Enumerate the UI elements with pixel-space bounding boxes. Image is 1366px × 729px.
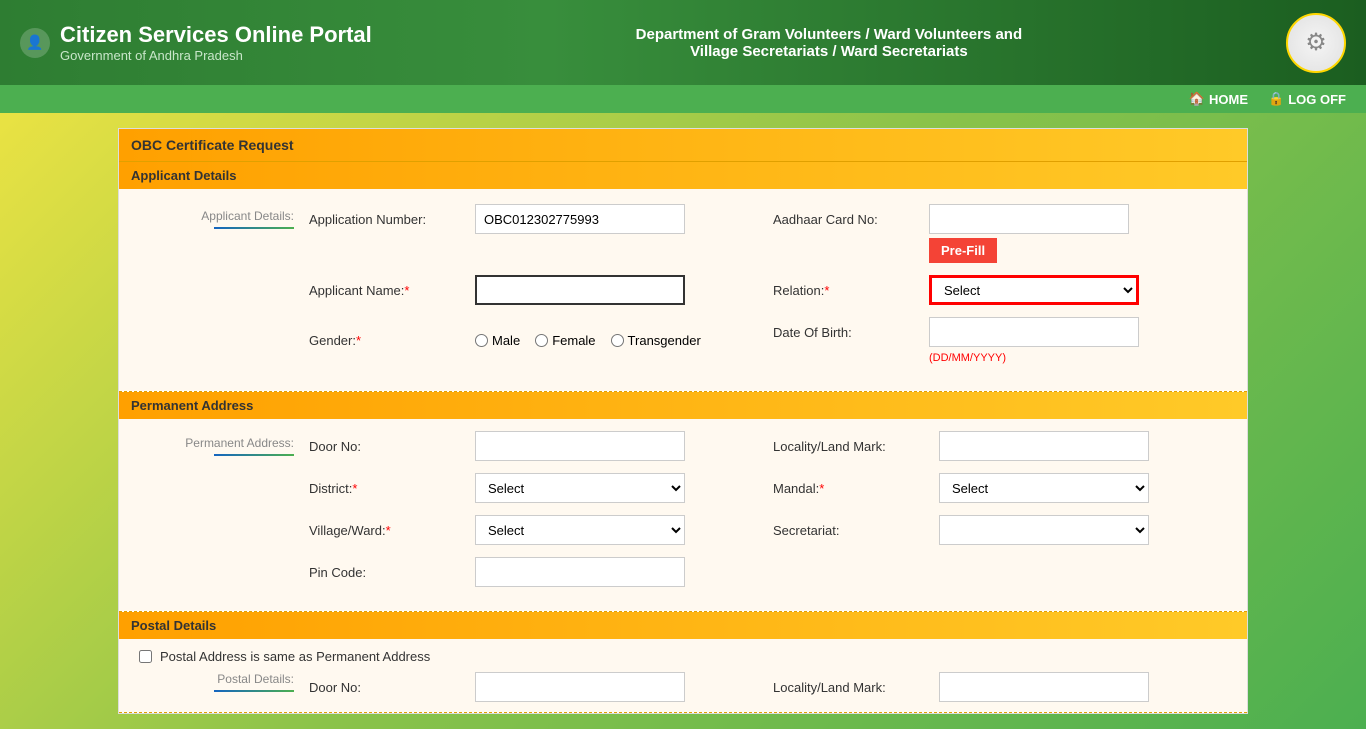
permanent-address-section: Permanent Address Permanent Address: Doo…: [119, 392, 1247, 612]
perm-addr-form-area: Permanent Address: Door No: Locality/Lan…: [119, 419, 1247, 611]
district-mandal-row: District:* Select Mandal:* Select: [309, 473, 1227, 503]
relation-group: Relation:* Select S/O D/O W/O: [773, 275, 1227, 305]
perm-addr-side-label: Permanent Address:: [139, 431, 309, 599]
applicant-name-input[interactable]: [475, 275, 685, 305]
district-select[interactable]: Select: [475, 473, 685, 503]
home-label: HOME: [1209, 92, 1248, 107]
postal-side-label: Postal Details:: [139, 672, 309, 702]
postal-door-no-input[interactable]: [475, 672, 685, 702]
gender-male-option[interactable]: Male: [475, 333, 520, 348]
door-locality-row: Door No: Locality/Land Mark:: [309, 431, 1227, 461]
mandal-label: Mandal:*: [773, 481, 933, 496]
perm-addr-fields: Door No: Locality/Land Mark: District:*: [309, 431, 1227, 599]
gender-female-option[interactable]: Female: [535, 333, 595, 348]
dept-line2: Village Secretariats / Ward Secretariats: [402, 43, 1256, 60]
gender-dob-row: Gender:* Male Female: [309, 317, 1227, 364]
logoff-nav-link[interactable]: 🔒 LOG OFF: [1268, 91, 1346, 107]
applicant-form-layout: Applicant Details: Application Number:: [139, 204, 1227, 376]
main-content: OBC Certificate Request Applicant Detail…: [118, 128, 1248, 714]
gender-male-radio[interactable]: [475, 334, 488, 347]
pincode-row: Pin Code:: [309, 557, 1227, 587]
gender-female-label: Female: [552, 333, 595, 348]
lock-icon: 🔒: [1268, 91, 1284, 107]
applicant-form-area: Applicant Details: Application Number:: [119, 189, 1247, 391]
postal-details-section: Postal Details Postal Address is same as…: [119, 612, 1247, 713]
gender-male-label: Male: [492, 333, 520, 348]
gender-options: Male Female Transgender: [475, 333, 701, 348]
app-number-group: Application Number:: [309, 204, 763, 234]
postal-door-locality-row: Door No: Locality/Land Mark:: [309, 672, 1227, 702]
gender-transgender-label: Transgender: [628, 333, 701, 348]
logoff-label: LOG OFF: [1288, 92, 1346, 107]
prefill-button[interactable]: Pre-Fill: [929, 238, 997, 263]
relation-label: Relation:*: [773, 283, 923, 298]
postal-locality-input[interactable]: [939, 672, 1149, 702]
secretariat-label: Secretariat:: [773, 523, 933, 538]
page-title: OBC Certificate Request: [119, 129, 1247, 162]
header-person-icon: 👤: [20, 28, 50, 58]
gender-transgender-option[interactable]: Transgender: [611, 333, 701, 348]
secretariat-select[interactable]: [939, 515, 1149, 545]
name-relation-row: Applicant Name:* Relation:* Select S/O: [309, 275, 1227, 305]
pincode-input[interactable]: [475, 557, 685, 587]
postal-section-title: Postal Details: [119, 612, 1247, 639]
site-subtitle: Government of Andhra Pradesh: [60, 48, 372, 63]
header-dept: Department of Gram Volunteers / Ward Vol…: [372, 26, 1286, 60]
postal-locality-label: Locality/Land Mark:: [773, 680, 933, 695]
aadhaar-group: Aadhaar Card No: Pre-Fill: [773, 204, 1227, 263]
top-navbar: 🏠 HOME 🔒 LOG OFF: [0, 85, 1366, 113]
door-no-input[interactable]: [475, 431, 685, 461]
applicant-name-label: Applicant Name:*: [309, 283, 469, 298]
district-label: District:*: [309, 481, 469, 496]
dept-line1: Department of Gram Volunteers / Ward Vol…: [402, 26, 1256, 43]
postal-sub-label: Postal Details:: [139, 672, 294, 686]
postal-door-no-label: Door No:: [309, 680, 469, 695]
gender-group: Gender:* Male Female: [309, 333, 763, 348]
mandal-select[interactable]: Select: [939, 473, 1149, 503]
dob-hint: (DD/MM/YYYY): [929, 352, 1006, 364]
home-icon: 🏠: [1189, 91, 1205, 107]
header-branding: 👤 Citizen Services Online Portal Governm…: [20, 22, 372, 63]
app-number-label: Application Number:: [309, 212, 469, 227]
gender-female-radio[interactable]: [535, 334, 548, 347]
dob-label: Date Of Birth:: [773, 325, 923, 340]
village-secretariat-row: Village/Ward:* Select Secretariat:: [309, 515, 1227, 545]
site-header: 👤 Citizen Services Online Portal Governm…: [0, 0, 1366, 85]
pincode-label: Pin Code:: [309, 565, 469, 580]
name-group: Applicant Name:*: [309, 275, 763, 305]
govt-logo: ⚙: [1286, 13, 1346, 73]
dob-input[interactable]: [929, 317, 1139, 347]
postal-fields: Door No: Locality/Land Mark:: [309, 672, 1227, 702]
dob-group: Date Of Birth: (DD/MM/YYYY): [773, 317, 1227, 364]
aadhaar-input[interactable]: [929, 204, 1129, 234]
aadhaar-label: Aadhaar Card No:: [773, 212, 923, 227]
applicant-sub-label: Applicant Details:: [139, 209, 294, 223]
applicant-side-label: Applicant Details:: [139, 204, 309, 376]
village-ward-label: Village/Ward:*: [309, 523, 469, 538]
locality-label: Locality/Land Mark:: [773, 439, 933, 454]
village-ward-select[interactable]: Select: [475, 515, 685, 545]
site-title: Citizen Services Online Portal: [60, 22, 372, 48]
door-no-label: Door No:: [309, 439, 469, 454]
applicant-fields: Application Number: Aadhaar Card No: Pre…: [309, 204, 1227, 376]
applicant-section-title: Applicant Details: [119, 162, 1247, 189]
home-nav-link[interactable]: 🏠 HOME: [1189, 91, 1248, 107]
perm-addr-title: Permanent Address: [119, 392, 1247, 419]
applicant-section: Applicant Details Applicant Details: App…: [119, 162, 1247, 392]
app-number-input[interactable]: [475, 204, 685, 234]
perm-addr-layout: Permanent Address: Door No: Locality/Lan…: [139, 431, 1227, 599]
postal-form-layout: Postal Details: Door No: Locality/Land M…: [139, 672, 1227, 702]
postal-form-area: Postal Address is same as Permanent Addr…: [119, 639, 1247, 712]
locality-input[interactable]: [939, 431, 1149, 461]
gender-label: Gender:*: [309, 333, 469, 348]
app-number-row: Application Number: Aadhaar Card No: Pre…: [309, 204, 1227, 263]
relation-select[interactable]: Select S/O D/O W/O: [929, 275, 1139, 305]
perm-addr-sub-label: Permanent Address:: [139, 436, 294, 450]
gender-transgender-radio[interactable]: [611, 334, 624, 347]
